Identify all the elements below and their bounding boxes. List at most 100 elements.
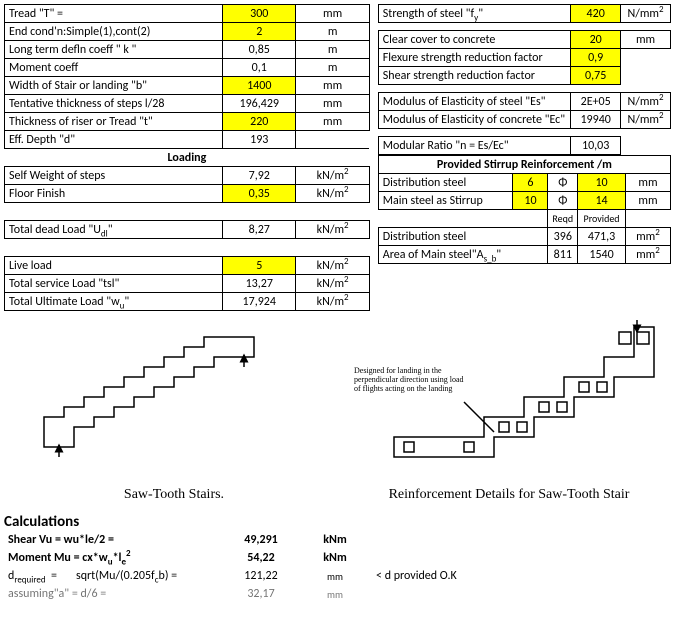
sw-label: Self Weight of steps — [5, 167, 223, 185]
riser-unit: mm — [296, 113, 369, 131]
fy-label: Strength of steel "fy" — [378, 5, 570, 23]
figure-note: Designed for landing in the perpendicula… — [354, 367, 469, 393]
n-value: 10,03 — [571, 137, 621, 155]
sw-unit: kN/m2 — [296, 167, 369, 185]
moment-value: 0,1 — [223, 59, 296, 77]
cc-value[interactable]: 20 — [571, 31, 621, 49]
sawtooth-caption: Saw-Tooth Stairs. — [4, 487, 344, 503]
as-unit: mm2 — [625, 246, 670, 264]
endcond-value[interactable]: 2 — [223, 23, 296, 41]
ff-unit: kN/m2 — [296, 185, 369, 203]
ll-label: Live load — [5, 257, 223, 275]
cc-unit: mm — [621, 31, 671, 49]
dreq-note: < d provided O.K — [372, 567, 674, 585]
tent-value: 196,429 — [223, 95, 296, 113]
reinf-caption: Reinforcement Details for Saw-Tooth Stai… — [344, 487, 674, 503]
tsl-unit: kN/m2 — [296, 275, 369, 293]
ff-label: Floor Finish — [5, 185, 223, 203]
sawtooth-figure — [4, 317, 344, 487]
moment-unit: m — [296, 59, 369, 77]
dreq-label: sqrt(Mu/(0.205fcb) = — [72, 567, 224, 585]
tdl-label: Total dead Load "Udl" — [5, 221, 223, 239]
as-req: 811 — [548, 246, 578, 264]
dist2-unit: mm2 — [625, 228, 670, 246]
tread-unit: mm — [296, 5, 369, 23]
ff-value[interactable]: 0,35 — [223, 185, 296, 203]
width-label: Width of Stair or landing "b" — [5, 77, 223, 95]
as-label: Area of Main steel"As_b" — [378, 246, 548, 264]
riser-value[interactable]: 220 — [223, 113, 296, 131]
phi-icon: Φ — [548, 174, 578, 192]
ec-value: 19940 — [571, 111, 621, 129]
ass-value: 32,17 — [224, 585, 298, 603]
width-unit: mm — [296, 77, 369, 95]
shear-label: Shear Vu = wu*le/2 = — [4, 531, 224, 549]
ass-label: assuming"a" = d/6 = — [4, 585, 224, 603]
ass-unit: mm — [298, 585, 372, 603]
tul-unit: kN/m2 — [296, 293, 369, 311]
as-prov: 1540 — [578, 246, 626, 264]
reinforcement-figure: Designed for landing in the perpendicula… — [344, 317, 674, 487]
shear-unit: kNm — [298, 531, 372, 549]
main-n[interactable]: 10 — [513, 192, 548, 210]
dreq-unit: mm — [298, 567, 372, 585]
prov-header: Provided — [578, 210, 626, 228]
dist-n[interactable]: 6 — [513, 174, 548, 192]
ll-unit: kN/m2 — [296, 257, 369, 275]
dreq-pre: drequired = — [4, 567, 72, 585]
left-params-table: Tread "T" = 300 mm End cond'n:Simple(1),… — [4, 4, 370, 311]
tent-label: Tentative thickness of steps l/28 — [5, 95, 223, 113]
moment-label: Moment Mu = cx*wu*le2 — [4, 549, 224, 567]
moment-value: 54,22 — [224, 549, 298, 567]
stirrup-header: Provided Stirrup Reinforcement /m — [378, 156, 670, 174]
loading-header: Loading — [5, 149, 370, 167]
tdl-value: 8,27 — [223, 221, 296, 239]
n-label: Modular Ratio "n = Es/Ec" — [378, 137, 570, 155]
main-d[interactable]: 14 — [578, 192, 626, 210]
fsr-value[interactable]: 0,9 — [571, 49, 621, 67]
stirrup-table: Provided Stirrup Reinforcement /m Distri… — [378, 155, 671, 264]
endcond-label: End cond'n:Simple(1),cont(2) — [5, 23, 223, 41]
es-label: Modulus of Elasticity of steel "Es" — [378, 93, 570, 111]
tdl-unit: kN/m2 — [296, 221, 369, 239]
fy-value[interactable]: 420 — [571, 5, 621, 23]
tent-unit: mm — [296, 95, 369, 113]
sw-value: 7,92 — [223, 167, 296, 185]
reqd-header: Reqd — [548, 210, 578, 228]
ll-value[interactable]: 5 — [223, 257, 296, 275]
tul-value: 17,924 — [223, 293, 296, 311]
shear-value: 49,291 — [224, 531, 298, 549]
endcond-unit: m — [296, 23, 369, 41]
phi-icon: Φ — [548, 192, 578, 210]
ssr-value[interactable]: 0,75 — [571, 67, 621, 85]
dist-unit: mm — [625, 174, 670, 192]
dist-prov: 471,3 — [578, 228, 626, 246]
dist2-label: Distribution steel — [378, 228, 548, 246]
right-params-table: Strength of steel "fy" 420 N/mm2 Clear c… — [378, 4, 671, 155]
ec-unit: N/mm2 — [621, 111, 671, 129]
calculations-header: Calculations — [4, 513, 671, 531]
dreq-value: 121,22 — [224, 567, 298, 585]
width-value[interactable]: 1400 — [223, 77, 296, 95]
riser-label: Thickness of riser or Tread "t" — [5, 113, 223, 131]
defl-value: 0,85 — [223, 41, 296, 59]
dist-req: 396 — [548, 228, 578, 246]
tread-value[interactable]: 300 — [223, 5, 296, 23]
tsl-label: Total service Load "tsl" — [5, 275, 223, 293]
fsr-label: Flexure strength reduction factor — [378, 49, 570, 67]
dist-d[interactable]: 10 — [578, 174, 626, 192]
ec-label: Modulus of Elasticity of concrete "Ec" — [378, 111, 570, 129]
cc-label: Clear cover to concrete — [378, 31, 570, 49]
tread-label: Tread "T" = — [5, 5, 223, 23]
es-unit: N/mm2 — [621, 93, 671, 111]
eff-label: Eff. Depth "d" — [5, 131, 223, 149]
es-value: 2E+05 — [571, 93, 621, 111]
calc-table: Shear Vu = wu*le/2 = 49,291 kNm Moment M… — [4, 531, 674, 603]
dist-label: Distribution steel — [378, 174, 513, 192]
ssr-label: Shear strength reduction factor — [378, 67, 570, 85]
main-label: Main steel as Stirrup — [378, 192, 513, 210]
moment-unit: kNm — [298, 549, 372, 567]
defl-unit: m — [296, 41, 369, 59]
moment-label: Moment coeff — [5, 59, 223, 77]
fy-unit: N/mm2 — [621, 5, 671, 23]
